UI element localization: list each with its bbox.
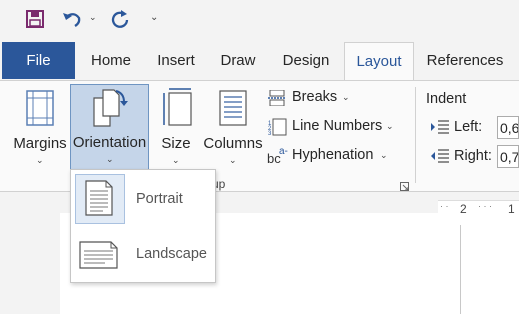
undo-dropdown-chevron-icon[interactable]: ⌄ xyxy=(89,12,97,23)
size-label: Size xyxy=(161,135,191,152)
indent-left-input[interactable]: 0,6 xyxy=(497,116,519,139)
customize-qat-icon[interactable]: ⌄ xyxy=(150,12,158,23)
indent-right-input[interactable]: 0,7 xyxy=(497,145,519,168)
breaks-button[interactable]: Breaks ⌄ xyxy=(266,87,386,109)
columns-chevron-icon: ⌄ xyxy=(229,155,237,165)
indent-left-label: Left: xyxy=(454,119,483,135)
margins-button[interactable]: Margins ⌄ xyxy=(10,85,70,171)
undo-icon[interactable] xyxy=(61,9,83,29)
tab-layout[interactable]: Layout xyxy=(344,42,414,82)
svg-text:a-: a- xyxy=(279,146,288,157)
size-chevron-icon: ⌄ xyxy=(172,155,180,165)
landscape-icon xyxy=(79,241,118,269)
save-icon[interactable] xyxy=(26,10,44,28)
tab-home[interactable]: Home xyxy=(80,42,142,80)
size-button[interactable]: Size ⌄ xyxy=(155,85,197,171)
tab-references[interactable]: References xyxy=(420,42,510,80)
portrait-label: Portrait xyxy=(136,191,183,207)
quick-access-toolbar: ⌄ ⌄ xyxy=(0,0,519,42)
hyphenation-button[interactable]: bc a- Hyphenation ⌄ xyxy=(266,145,406,167)
orientation-menu: Portrait Landscape xyxy=(70,169,216,283)
tab-insert[interactable]: Insert xyxy=(148,42,204,80)
orientation-icon xyxy=(93,89,128,127)
landscape-label: Landscape xyxy=(136,246,207,262)
indent-left-icon xyxy=(431,120,449,134)
portrait-option[interactable]: Portrait xyxy=(71,172,215,226)
svg-text:3: 3 xyxy=(268,131,272,136)
margins-chevron-icon: ⌄ xyxy=(36,155,44,165)
tab-file[interactable]: File xyxy=(2,42,75,79)
group-separator xyxy=(415,87,416,183)
columns-label: Columns xyxy=(203,135,263,152)
columns-icon xyxy=(219,90,247,126)
indent-title: Indent xyxy=(426,91,467,107)
orientation-button[interactable]: Orientation ⌄ xyxy=(70,84,149,170)
portrait-icon xyxy=(85,180,113,216)
breaks-chevron-icon: ⌄ xyxy=(342,92,350,102)
orientation-label: Orientation xyxy=(72,134,147,151)
margins-icon xyxy=(26,90,54,126)
hyphenation-label: Hyphenation xyxy=(292,147,374,163)
line-numbers-chevron-icon: ⌄ xyxy=(386,121,394,131)
hyphenation-icon: bc a- xyxy=(267,146,288,166)
size-icon xyxy=(163,88,192,126)
redo-icon[interactable] xyxy=(110,9,130,29)
tab-design[interactable]: Design xyxy=(274,42,338,80)
page-setup-launcher-icon[interactable] xyxy=(400,179,410,191)
breaks-icon xyxy=(268,90,286,106)
indent-right-label: Right: xyxy=(454,148,492,164)
ribbon-tabs: File Home Insert Draw Design Layout Refe… xyxy=(0,42,519,82)
columns-button[interactable]: Columns ⌄ xyxy=(202,85,264,171)
hyphenation-chevron-icon: ⌄ xyxy=(380,150,388,160)
line-numbers-button[interactable]: 1 2 3 Line Numbers ⌄ xyxy=(266,116,406,138)
breaks-label: Breaks xyxy=(292,89,338,105)
margins-label: Margins xyxy=(13,135,67,152)
landscape-option[interactable]: Landscape xyxy=(71,228,215,282)
margin-guide xyxy=(460,225,461,314)
indent-right-icon xyxy=(431,149,449,163)
line-numbers-icon: 1 2 3 xyxy=(268,118,287,136)
orientation-chevron-icon: ⌄ xyxy=(106,154,114,164)
tab-draw[interactable]: Draw xyxy=(212,42,264,80)
line-numbers-label: Line Numbers xyxy=(292,118,383,134)
